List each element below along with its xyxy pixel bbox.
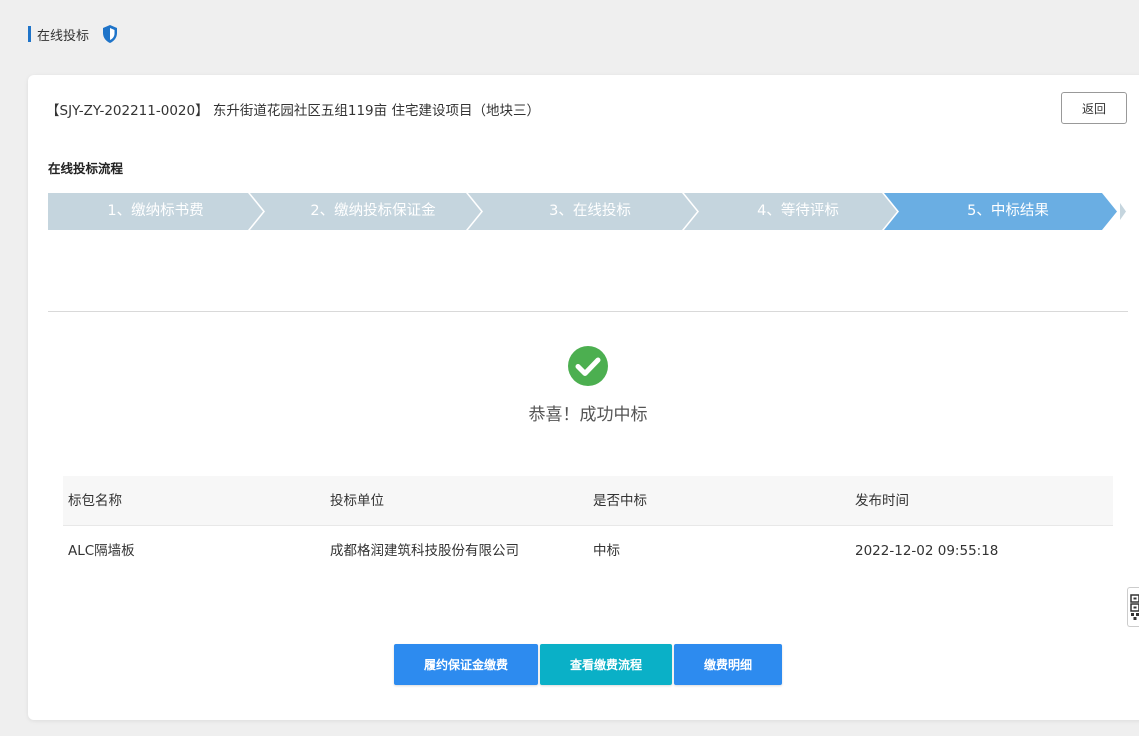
project-title: 【SJY-ZY-202211-0020】 东升街道花园社区五组119亩 住宅建设… [46,103,540,119]
step-tail-shape [1120,203,1126,220]
step-5-label: 5、中标结果 [967,203,1049,219]
bidding-card: 【SJY-ZY-202211-0020】 东升街道花园社区五组119亩 住宅建设… [28,75,1139,720]
title-accent-bar [28,26,31,42]
table-header-row: 标包名称 投标单位 是否中标 发布时间 [63,476,1113,526]
view-payment-flow-button[interactable]: 查看缴费流程 [540,644,672,685]
step-3-label: 3、在线投标 [549,203,631,219]
back-button[interactable]: 返回 [1061,92,1127,124]
cell-won: 中标 [593,543,620,559]
success-message: 恭喜！成功中标 [528,405,648,425]
step-4-label: 4、等待评标 [757,203,839,219]
cell-bidder: 成都格润建筑科技股份有限公司 [330,543,519,559]
process-section-title: 在线投标流程 [48,161,124,176]
table-row: ALC隔墙板 成都格润建筑科技股份有限公司 中标 2022-12-02 09:5… [63,526,1113,576]
process-steps: 1、缴纳标书费 2、缴纳投标保证金 3、在线投标 4、等待评标 5、中标结果 [48,193,1128,230]
check-circle-icon [567,345,609,387]
result-table: 标包名称 投标单位 是否中标 发布时间 ALC隔墙板 成都格润建筑科技股份有限公… [63,476,1113,576]
page-header: 在线投标 [28,22,121,46]
payment-details-button[interactable]: 缴费明细 [674,644,782,685]
qr-code-icon[interactable] [1127,587,1139,627]
header-bidder: 投标单位 [330,493,384,509]
page-title: 在线投标 [37,28,90,44]
divider [48,311,1128,312]
step-2-label: 2、缴纳投标保证金 [310,203,436,219]
cell-package-name: ALC隔墙板 [68,543,135,559]
shield-icon [101,23,121,45]
header-package-name: 标包名称 [68,493,122,509]
cell-publish-time: 2022-12-02 09:55:18 [855,543,999,559]
header-won: 是否中标 [593,493,647,509]
header-publish-time: 发布时间 [855,493,909,509]
performance-bond-payment-button[interactable]: 履约保证金缴费 [394,644,538,685]
step-1-label: 1、缴纳标书费 [107,203,204,219]
